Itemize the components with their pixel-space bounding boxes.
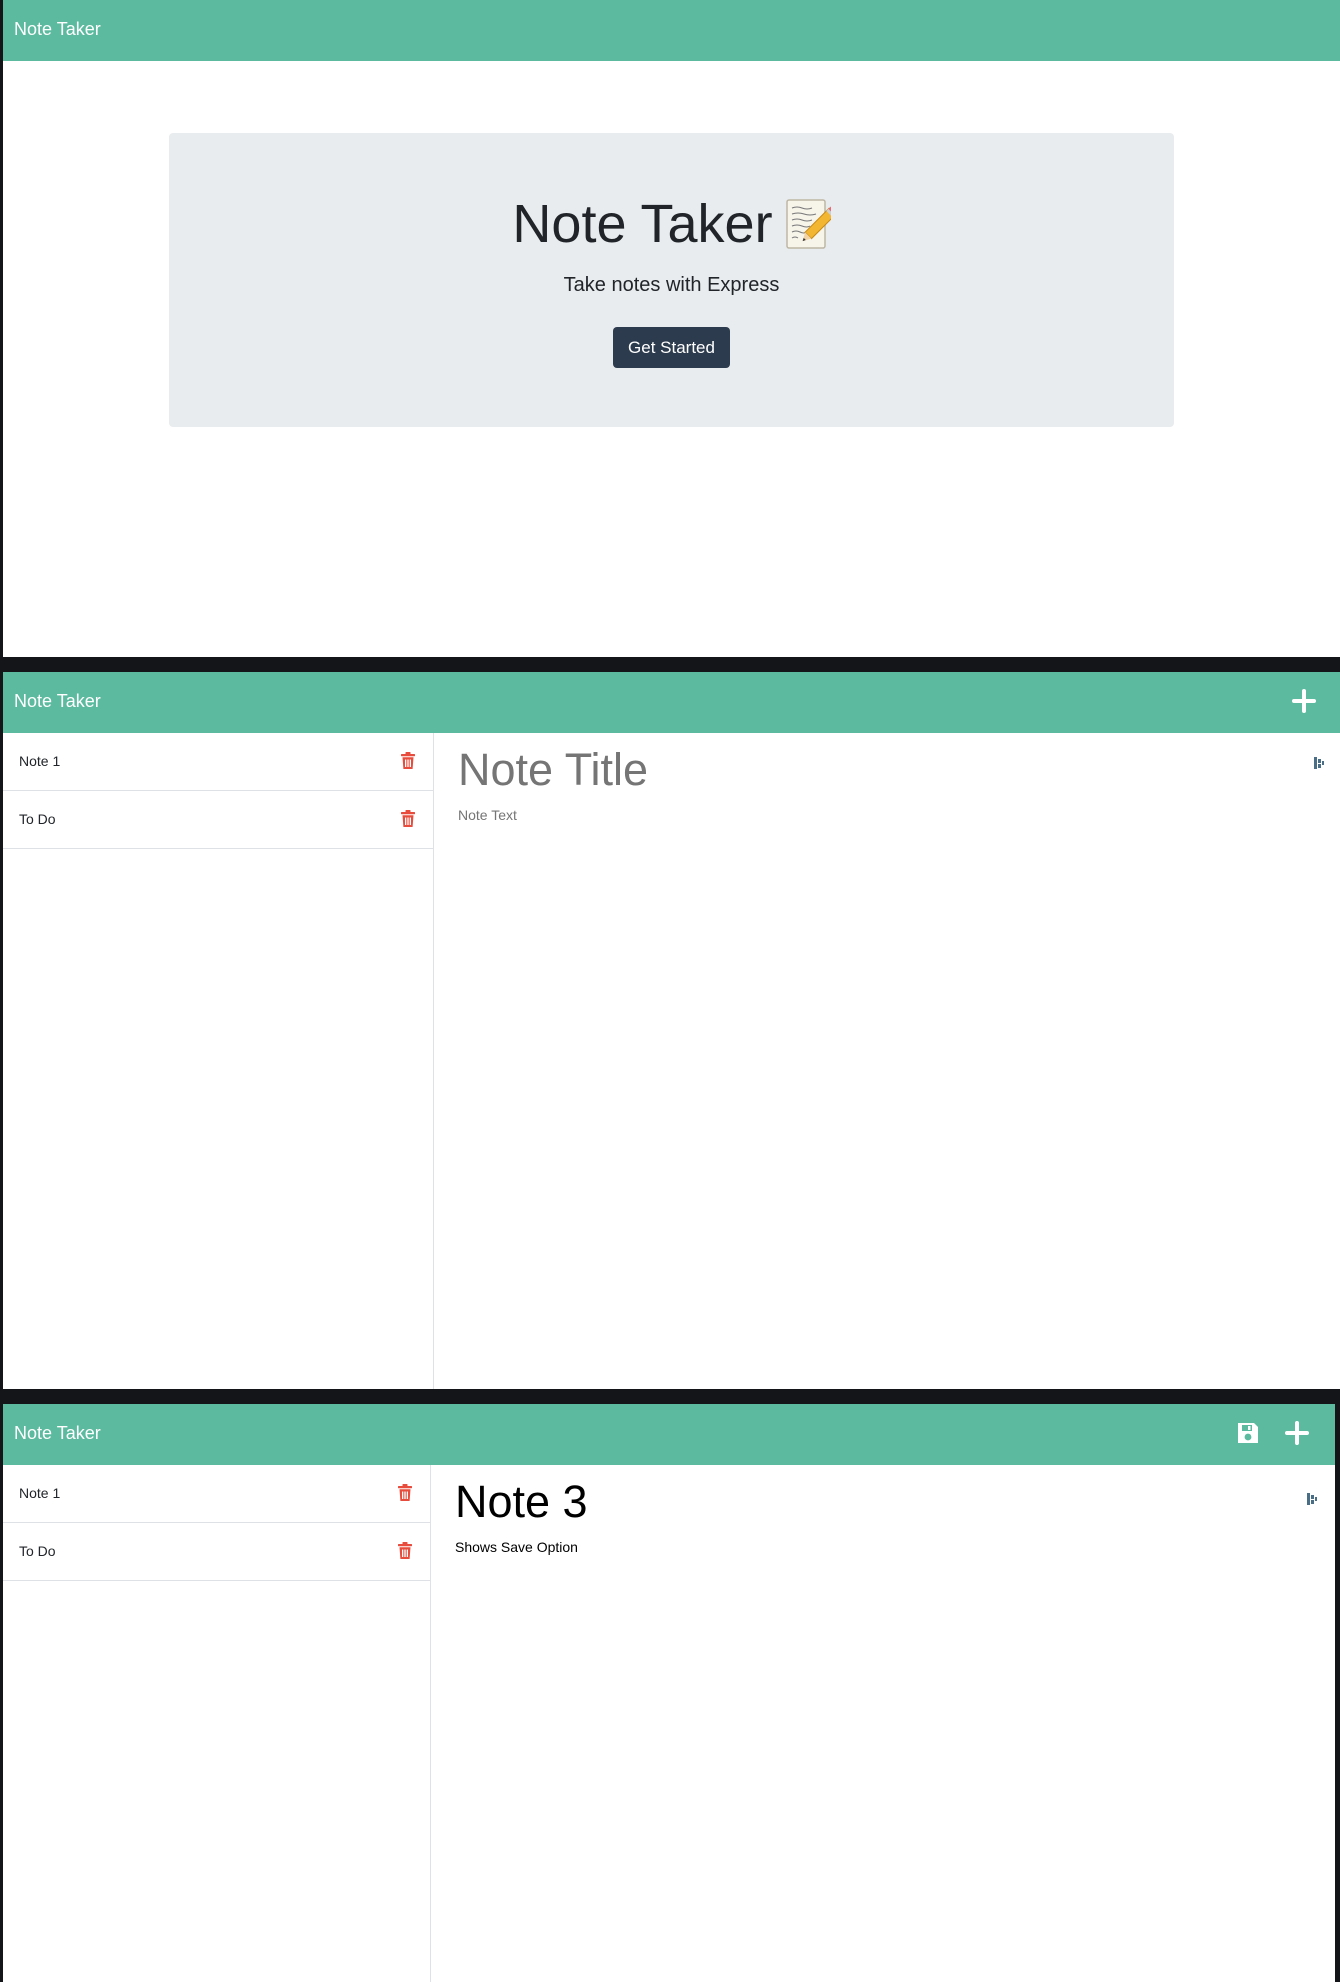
trash-icon[interactable] xyxy=(400,810,416,828)
notes-empty-panel: Note Taker Note 1 To Do xyxy=(3,672,1340,1389)
notes-editing-panel: Note Taker Note 1 To Do Shows Save Optio… xyxy=(3,1404,1335,1982)
list-item[interactable]: Note 1 xyxy=(3,1465,430,1523)
trash-icon[interactable] xyxy=(400,752,416,770)
note-editor: Shows Save Option xyxy=(431,1465,1335,1982)
landing-page-panel: Note Taker Note Taker Take notes with Ex… xyxy=(3,0,1340,657)
note-list: Note 1 To Do xyxy=(3,733,434,1389)
note-title-input[interactable] xyxy=(451,1473,1215,1531)
navbar-brand[interactable]: Note Taker xyxy=(14,672,101,730)
note-text-input[interactable] xyxy=(454,803,1282,871)
note-item-title[interactable]: Note 1 xyxy=(19,1465,60,1522)
navbar-brand[interactable]: Note Taker xyxy=(14,0,101,58)
hero-subtitle: Take notes with Express xyxy=(563,274,780,296)
note-item-title[interactable]: Note 1 xyxy=(19,733,60,790)
extension-icon[interactable] xyxy=(1307,1492,1317,1506)
navbar: Note Taker xyxy=(3,1404,1335,1465)
extension-icon[interactable] xyxy=(1314,756,1324,770)
plus-icon[interactable] xyxy=(1282,1418,1312,1448)
note-text-input[interactable]: Shows Save Option xyxy=(451,1535,1279,1603)
hero-title-row: Note Taker xyxy=(169,189,1174,259)
hero-jumbotron: Note Taker Take notes with Express Get S… xyxy=(169,133,1174,427)
note-editor xyxy=(434,733,1340,1389)
list-item[interactable]: Note 1 xyxy=(3,733,433,791)
hero-title: Note Taker xyxy=(512,194,773,254)
get-started-button[interactable]: Get Started xyxy=(613,327,730,368)
save-icon[interactable] xyxy=(1233,1418,1263,1448)
list-item[interactable]: To Do xyxy=(3,791,433,849)
memo-icon xyxy=(785,199,831,249)
trash-icon[interactable] xyxy=(397,1484,413,1502)
trash-icon[interactable] xyxy=(397,1542,413,1560)
note-item-title[interactable]: To Do xyxy=(19,791,56,848)
plus-icon[interactable] xyxy=(1289,686,1319,716)
note-item-title[interactable]: To Do xyxy=(19,1523,56,1580)
navbar: Note Taker xyxy=(3,672,1340,733)
list-item[interactable]: To Do xyxy=(3,1523,430,1581)
note-title-input[interactable] xyxy=(454,741,1218,799)
note-list: Note 1 To Do xyxy=(3,1465,431,1982)
navbar-brand[interactable]: Note Taker xyxy=(14,1404,101,1462)
navbar: Note Taker xyxy=(3,0,1340,61)
